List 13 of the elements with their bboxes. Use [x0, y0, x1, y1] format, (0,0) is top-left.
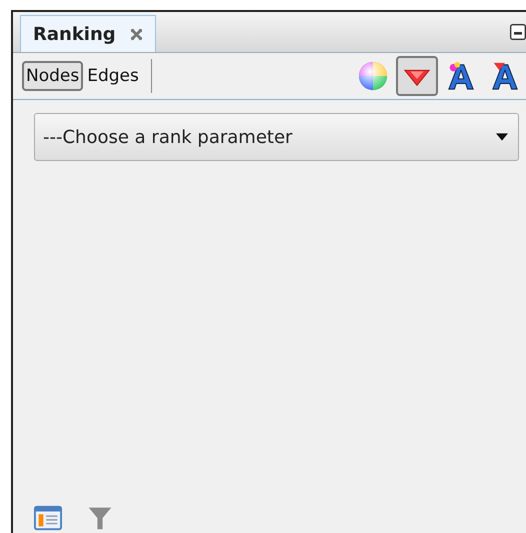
ranking-tab[interactable]: Ranking: [20, 15, 156, 52]
element-toggle[interactable]: Nodes: [22, 61, 84, 91]
size-tool-button[interactable]: [396, 56, 438, 96]
letter-a-icon: [446, 61, 476, 91]
element-toggle[interactable]: Edges: [83, 61, 143, 91]
legend-icon[interactable]: [34, 505, 62, 531]
filter-icon[interactable]: [86, 505, 114, 531]
minimize-icon[interactable]: [510, 24, 526, 40]
caret-icon: [496, 133, 508, 141]
color-wheel-icon: [358, 61, 388, 91]
rank-parameter-dropdown[interactable]: ---Choose a rank parameter: [34, 113, 519, 161]
letter-a-icon: [490, 61, 520, 91]
close-icon[interactable]: [130, 28, 143, 40]
